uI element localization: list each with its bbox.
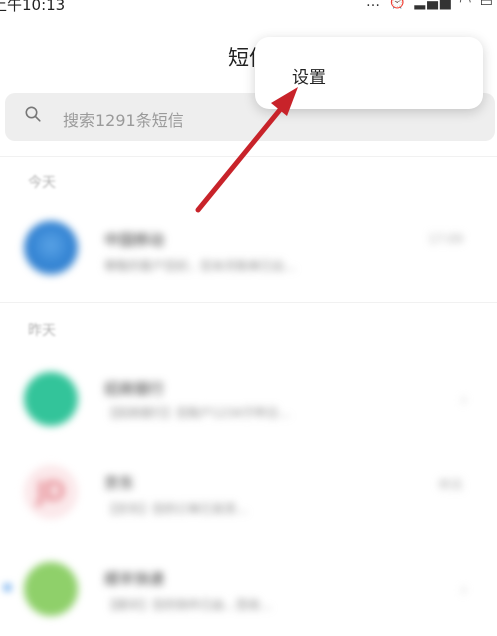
annotation-arrow-icon [195,87,298,213]
